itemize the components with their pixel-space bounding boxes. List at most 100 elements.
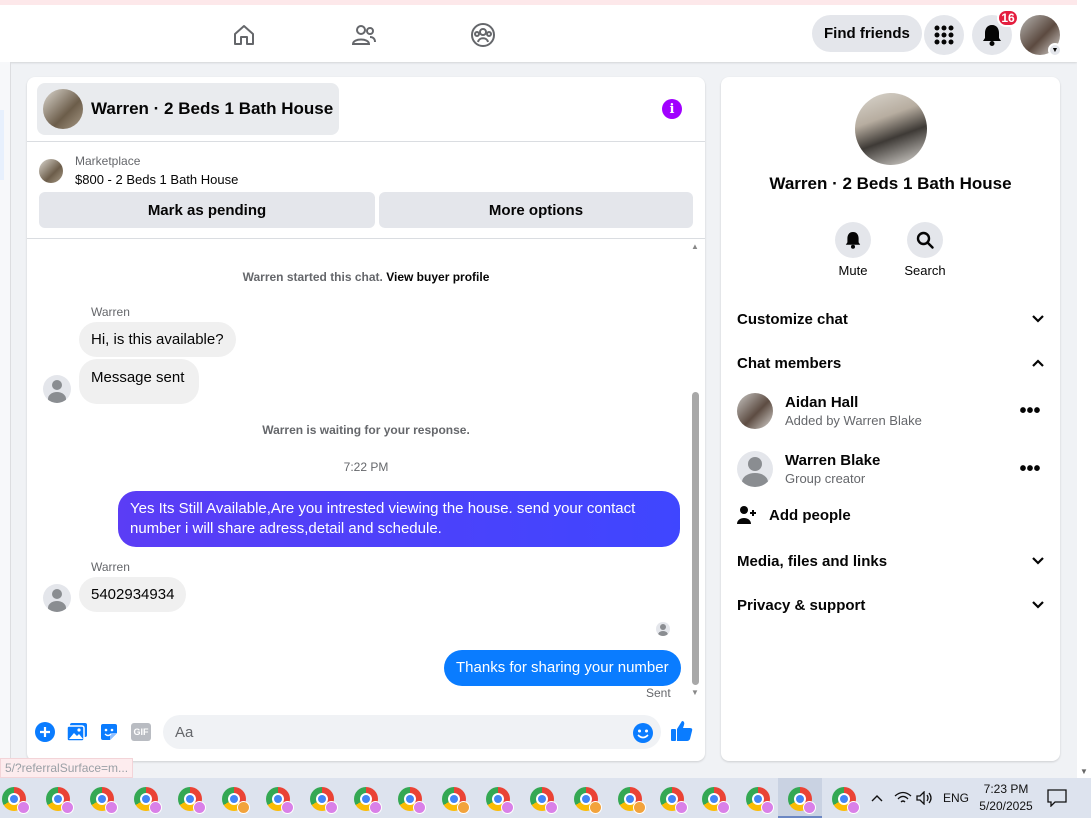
- incoming-message[interactable]: Hi, is this available?: [79, 322, 236, 357]
- scrollbar-thumb[interactable]: [692, 392, 699, 685]
- chrome-icon[interactable]: [832, 787, 860, 814]
- info-icon[interactable]: i: [662, 99, 682, 119]
- mark-pending-button[interactable]: Mark as pending: [39, 192, 375, 228]
- chrome-icon[interactable]: [574, 787, 602, 814]
- chrome-icon[interactable]: [134, 787, 162, 814]
- chrome-icon[interactable]: [398, 787, 426, 814]
- home-tab[interactable]: [224, 17, 264, 53]
- incoming-message[interactable]: Message sent: [79, 359, 200, 404]
- find-friends-button[interactable]: Find friends: [812, 15, 922, 52]
- scroll-up-arrow[interactable]: ▲: [691, 242, 699, 251]
- chrome-icon[interactable]: [486, 787, 514, 814]
- listing-avatar: [43, 89, 83, 129]
- gif-button[interactable]: GIF: [130, 721, 152, 743]
- section-label: Customize chat: [737, 310, 848, 328]
- chrome-icon[interactable]: [660, 787, 688, 814]
- section-label: Privacy & support: [737, 596, 866, 614]
- groups-tab[interactable]: [463, 17, 503, 53]
- incoming-message[interactable]: 5402934934: [79, 577, 187, 612]
- chrome-icon[interactable]: [788, 787, 816, 814]
- member-name: Aidan Hall: [785, 394, 859, 411]
- chrome-icon[interactable]: [702, 787, 730, 814]
- emoji-button[interactable]: [632, 722, 654, 744]
- waiting-notice: Warren is waiting for your response.: [262, 423, 470, 437]
- search-label: Search: [904, 263, 946, 278]
- more-options-icon[interactable]: •••: [1015, 458, 1045, 481]
- member-avatar[interactable]: [737, 451, 773, 487]
- chat-members-section[interactable]: Chat members: [737, 351, 1045, 375]
- chrome-icon[interactable]: [90, 787, 118, 814]
- marketplace-listing[interactable]: Marketplace $800 - 2 Beds 1 Bath House: [39, 154, 238, 187]
- listing-price: $800 - 2 Beds 1 Bath House: [75, 172, 239, 187]
- sender-name: Warren: [91, 305, 130, 319]
- chrome-icon[interactable]: [746, 787, 774, 814]
- system-clock[interactable]: 7:23 PM 5/20/2025: [972, 781, 1040, 815]
- like-button[interactable]: [671, 720, 693, 742]
- chrome-icon[interactable]: [46, 787, 74, 814]
- friends-tab[interactable]: [344, 17, 384, 53]
- view-buyer-profile-link[interactable]: View buyer profile: [386, 270, 489, 284]
- more-options-icon[interactable]: •••: [1015, 400, 1045, 423]
- chrome-icon[interactable]: [618, 787, 646, 814]
- member-role: Group creator: [785, 471, 866, 486]
- groups-icon: [471, 23, 495, 47]
- mute-button[interactable]: Mute: [823, 222, 883, 278]
- sticker-icon: [101, 724, 117, 740]
- chrome-icon[interactable]: [354, 787, 382, 814]
- listing-photo[interactable]: [855, 93, 927, 165]
- privacy-support-section[interactable]: Privacy & support: [737, 593, 1045, 617]
- notification-center-button[interactable]: [1047, 778, 1067, 818]
- chat-member[interactable]: Aidan Hall Added by Warren Blake •••: [737, 391, 1045, 431]
- outgoing-message[interactable]: Yes Its Still Available,Are you intreste…: [118, 491, 680, 547]
- volume-button[interactable]: [916, 778, 934, 818]
- media-files-section[interactable]: Media, files and links: [737, 549, 1045, 573]
- attach-photo-button[interactable]: [66, 721, 88, 743]
- chevron-down-icon: [1032, 557, 1044, 565]
- chrome-icon[interactable]: [222, 787, 250, 814]
- member-name: Warren Blake: [785, 452, 881, 469]
- home-icon: [234, 25, 254, 45]
- read-receipt-avatar: [656, 622, 670, 636]
- top-navigation: Find friends 16 ▼: [0, 0, 1077, 62]
- chat-member[interactable]: Warren Blake Group creator •••: [737, 449, 1045, 489]
- notifications-button[interactable]: 16: [972, 9, 1019, 55]
- menu-button[interactable]: [924, 15, 964, 55]
- left-sidebar-edge: [0, 62, 11, 778]
- scroll-down-arrow[interactable]: ▼: [691, 688, 699, 697]
- gif-icon: GIF: [131, 723, 151, 741]
- sender-avatar[interactable]: [43, 375, 71, 403]
- chrome-icon[interactable]: [310, 787, 338, 814]
- member-avatar[interactable]: [737, 393, 773, 429]
- sticker-button[interactable]: [98, 721, 120, 743]
- add-people-button[interactable]: Add people: [737, 505, 851, 525]
- bell-icon: [845, 232, 861, 249]
- chrome-icon[interactable]: [266, 787, 294, 814]
- page-scrollbar[interactable]: ▼: [1077, 0, 1091, 778]
- chevron-down-icon: ▼: [1048, 43, 1062, 57]
- thread-scrollbar[interactable]: ▲ ▼: [690, 242, 700, 702]
- chrome-icon[interactable]: [178, 787, 206, 814]
- section-label: Media, files and links: [737, 552, 888, 570]
- more-options-button[interactable]: More options: [379, 192, 693, 228]
- scroll-down-arrow[interactable]: ▼: [1080, 767, 1088, 776]
- chrome-icon[interactable]: [2, 787, 30, 814]
- outgoing-message[interactable]: Thanks for sharing your number: [444, 650, 681, 686]
- add-people-label: Add people: [769, 506, 851, 524]
- plus-circle-icon: [35, 722, 55, 742]
- profile-avatar[interactable]: ▼: [1020, 15, 1062, 57]
- customize-chat-section[interactable]: Customize chat: [737, 307, 1045, 331]
- message-timestamp: 7:22 PM: [343, 460, 389, 474]
- chrome-icon[interactable]: [530, 787, 558, 814]
- language-indicator[interactable]: ENG: [943, 778, 969, 818]
- chat-info-panel: Warren · 2 Beds 1 Bath House Mute Search…: [721, 77, 1060, 761]
- chat-started-notice: Warren started this chat. View buyer pro…: [27, 270, 705, 284]
- sender-avatar[interactable]: [43, 584, 71, 612]
- chat-header[interactable]: Warren · 2 Beds 1 Bath House: [37, 83, 340, 135]
- show-hidden-icons-button[interactable]: [870, 778, 884, 818]
- chrome-icon[interactable]: [442, 787, 470, 814]
- network-button[interactable]: [894, 778, 912, 818]
- chevron-down-icon: [1032, 601, 1044, 609]
- message-input[interactable]: [163, 715, 661, 749]
- search-button[interactable]: Search: [895, 222, 955, 278]
- more-actions-button[interactable]: [34, 721, 56, 743]
